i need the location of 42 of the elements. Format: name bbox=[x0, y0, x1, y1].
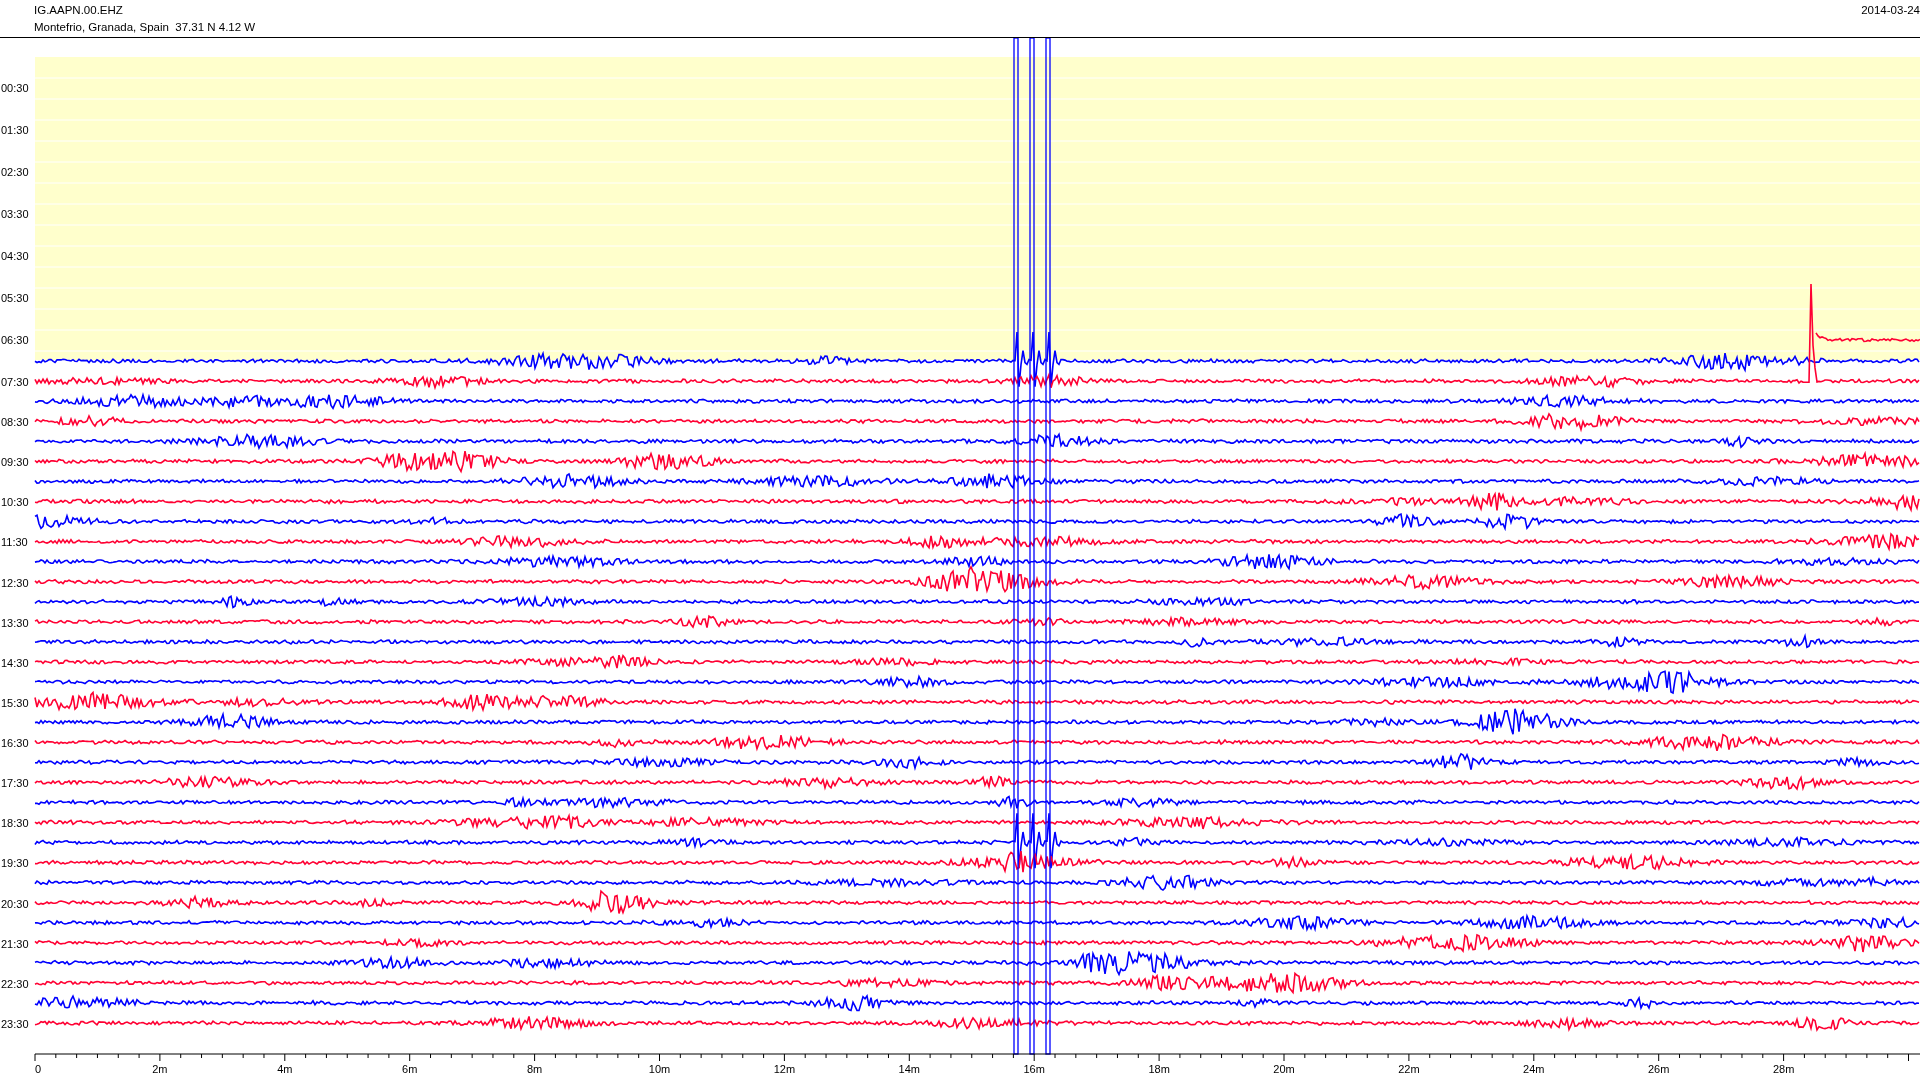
time-label: 02:30 bbox=[1, 166, 29, 178]
time-label: 06:30 bbox=[1, 334, 29, 346]
axis-tick-label: 6m bbox=[402, 1063, 418, 1075]
time-label: 14:30 bbox=[1, 656, 29, 669]
time-label: 09:30 bbox=[1, 456, 29, 469]
time-label: 19:30 bbox=[1, 857, 29, 870]
plot-date: 2014-03-24 bbox=[1861, 3, 1920, 16]
time-label: 23:30 bbox=[1, 1017, 29, 1030]
time-label: 21:30 bbox=[1, 937, 29, 950]
time-label: 10:30 bbox=[1, 496, 29, 509]
axis-tick-label: 12m bbox=[773, 1063, 796, 1075]
axis-tick-label: 18m bbox=[1148, 1063, 1170, 1075]
axis-tick-label: 0 bbox=[35, 1063, 42, 1075]
axis-tick-label: 28m bbox=[1772, 1063, 1795, 1075]
time-label: 17:30 bbox=[1, 777, 29, 790]
time-label: 16:30 bbox=[1, 737, 29, 750]
time-label: 07:30 bbox=[1, 376, 29, 388]
time-label: 03:30 bbox=[1, 208, 29, 220]
axis-tick-label: 26m bbox=[1648, 1063, 1670, 1075]
time-label: 05:30 bbox=[1, 292, 29, 304]
time-label: 15:30 bbox=[1, 696, 29, 709]
time-label: 20:30 bbox=[1, 897, 29, 910]
axis-tick-label: 2m bbox=[152, 1063, 168, 1075]
axis-tick-label: 16m bbox=[1023, 1063, 1045, 1075]
time-label: 18:30 bbox=[1, 817, 29, 830]
time-label: 22:30 bbox=[1, 977, 29, 990]
axis-tick-label: 20m bbox=[1273, 1063, 1295, 1075]
time-label: 12:30 bbox=[1, 576, 29, 589]
station-location: Montefrio, Granada, Spain 37.31 N 4.12 W bbox=[34, 21, 256, 33]
time-label: 08:30 bbox=[1, 416, 29, 429]
station-code: IG.AAPN.00.EHZ bbox=[34, 3, 123, 16]
axis-tick-label: 4m bbox=[277, 1063, 293, 1075]
axis-tick-label: 14m bbox=[898, 1063, 920, 1075]
time-label: 01:30 bbox=[1, 124, 29, 136]
time-label: 11:30 bbox=[1, 536, 28, 549]
axis-tick-label: 22m bbox=[1398, 1063, 1420, 1075]
axis-tick-label: 10m bbox=[648, 1063, 671, 1075]
time-label: 00:30 bbox=[1, 82, 29, 94]
time-label: 04:30 bbox=[1, 250, 29, 262]
time-label: 13:30 bbox=[1, 616, 29, 629]
axis-tick-label: 24m bbox=[1523, 1063, 1545, 1075]
axis-tick-label: 8m bbox=[526, 1063, 543, 1075]
